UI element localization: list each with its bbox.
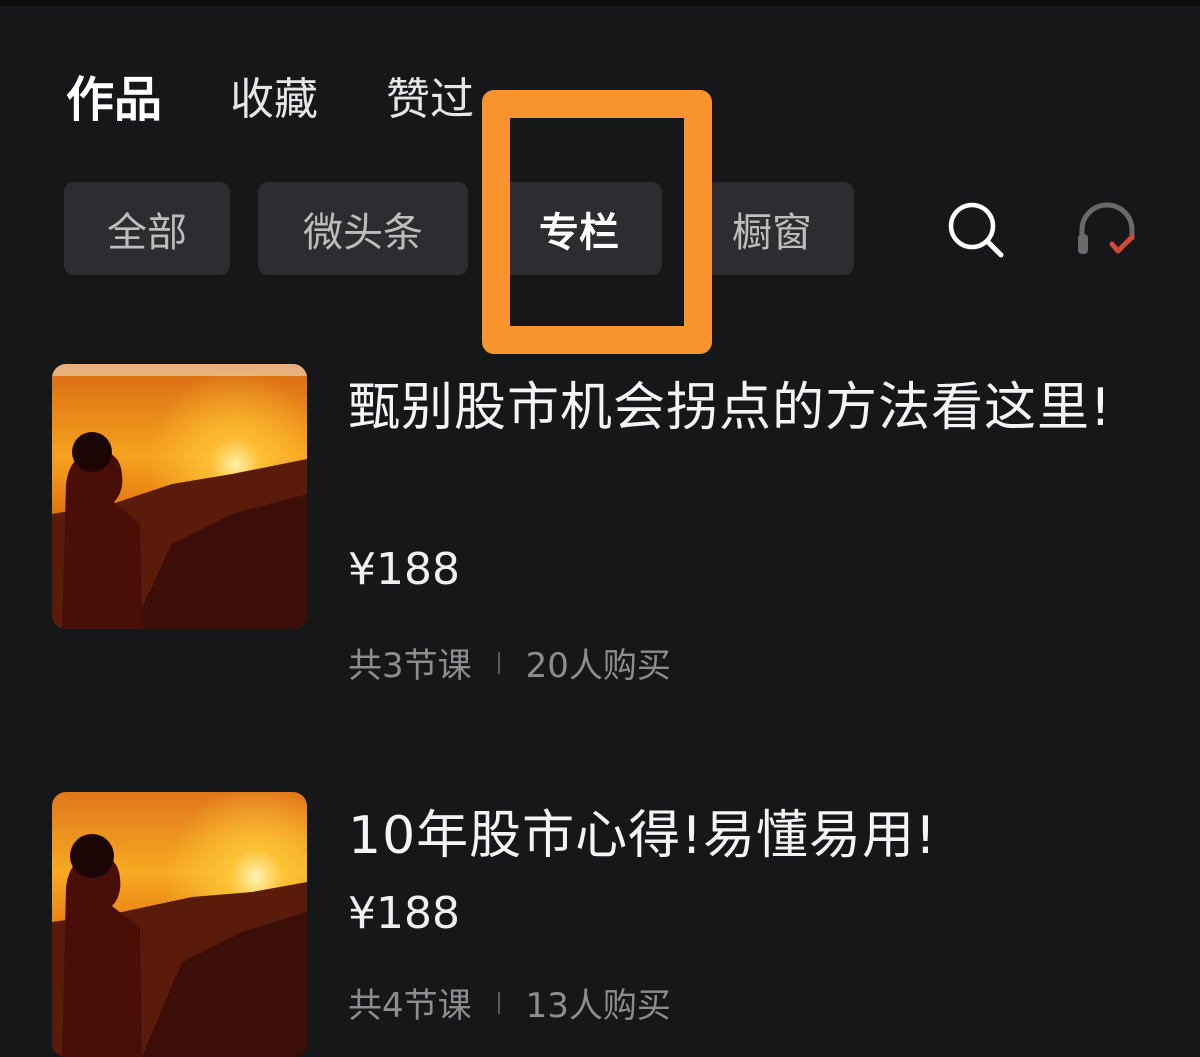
item-meta: 共3节课 20人购买 (348, 638, 671, 687)
item-title[interactable]: 10年股市心得!易懂易用! (348, 792, 1118, 880)
subtab-all[interactable]: 全部 (64, 182, 230, 275)
item-price: ¥188 (348, 544, 460, 595)
meta-divider (497, 991, 500, 1014)
buyer-count: 20人购买 (525, 646, 671, 686)
item-thumbnail (52, 792, 307, 1057)
lesson-count: 共3节课 (348, 646, 472, 686)
list-item[interactable]: 甄别股市机会拐点的方法看这里! ¥188 共3节课 20人购买 (52, 364, 1172, 687)
tab-favorites[interactable]: 收藏 (230, 68, 318, 132)
subtab-column[interactable]: 专栏 (496, 182, 662, 275)
tab-works[interactable]: 作品 (66, 68, 162, 132)
status-strip (0, 0, 1200, 6)
buyer-count: 13人购买 (525, 986, 671, 1026)
item-meta: 共4节课 13人购买 (348, 978, 671, 1027)
main-tab-bar: 作品 收藏 赞过 (66, 68, 542, 132)
subtab-micro-headlines[interactable]: 微头条 (258, 182, 468, 275)
lesson-count: 共4节课 (348, 986, 472, 1026)
item-thumbnail (52, 364, 307, 629)
meta-divider (497, 651, 500, 674)
headset-icon[interactable] (1074, 200, 1140, 262)
item-price: ¥188 (348, 888, 460, 939)
search-icon[interactable] (946, 200, 1006, 260)
tab-liked[interactable]: 赞过 (386, 68, 474, 132)
item-title[interactable]: 甄别股市机会拐点的方法看这里! (348, 364, 1118, 452)
subtab-showcase[interactable]: 橱窗 (690, 182, 854, 275)
list-item[interactable]: 10年股市心得!易懂易用! ¥188 共4节课 13人购买 (52, 792, 1172, 1057)
